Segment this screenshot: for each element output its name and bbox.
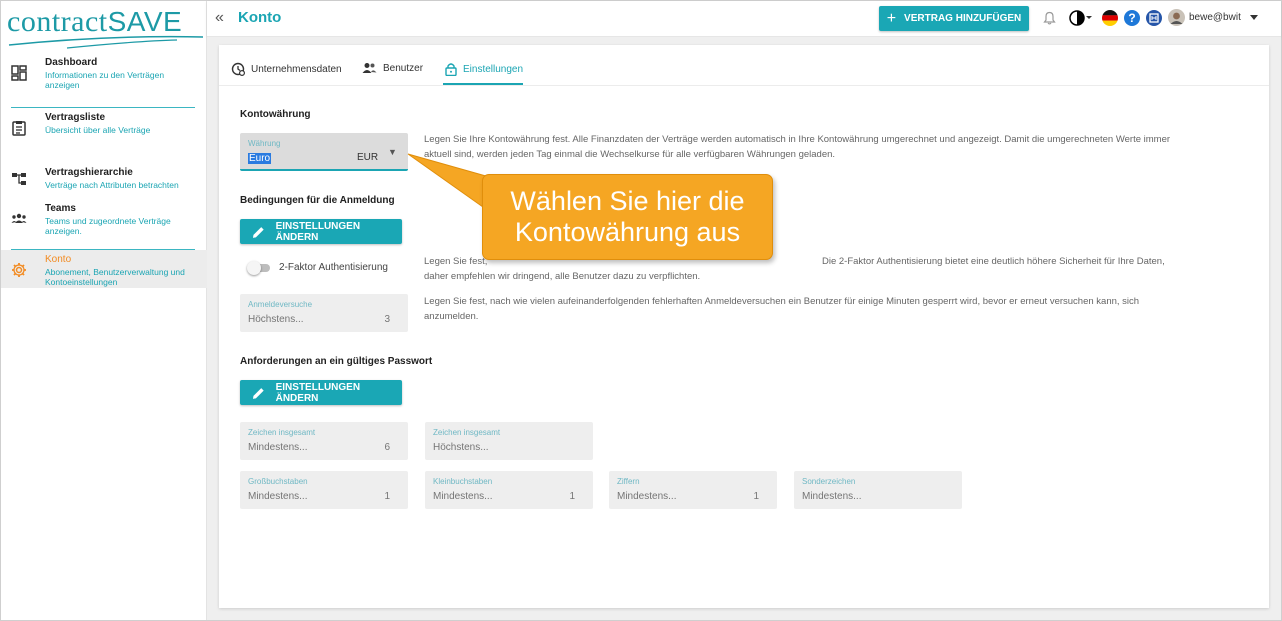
hierarchy-icon: [12, 173, 26, 185]
sidebar-item-subtitle: Informationen zu den Verträgen anzeigen: [45, 70, 165, 90]
list-icon: [12, 121, 26, 136]
sidebar-item-subtitle: Abonement, Benutzerverwaltung und Kontoe…: [45, 267, 185, 287]
button-label: EINSTELLUNGEN ÄNDERN: [275, 381, 361, 404]
sidebar-item-konto[interactable]: Konto Abonement, Benutzerverwaltung und …: [1, 250, 207, 288]
gear-icon: [12, 263, 26, 277]
sidebar-item-subtitle: Übersicht über alle Verträge: [45, 125, 151, 135]
settings-card: Unternehmensdaten Benutzer Einstellungen…: [219, 45, 1269, 608]
sidebar-item-label: Teams: [45, 203, 76, 214]
field-label: Zeichen insgesamt: [433, 428, 501, 437]
help-icon[interactable]: ?: [1124, 10, 1140, 26]
special-chars-field[interactable]: Sonderzeichen Mindestens...: [794, 471, 962, 509]
field-placeholder: Mindestens...: [248, 442, 308, 453]
digits-field[interactable]: Ziffern Mindestens... 1: [609, 471, 777, 509]
tooltip-callout: Wählen Sie hier die Kontowährung aus: [482, 174, 773, 260]
login-section-title: Bedingungen für die Anmeldung: [240, 195, 395, 206]
currency-code: EUR: [357, 152, 379, 163]
sidebar-item-label: Vertragsliste: [45, 112, 106, 123]
field-label: Kleinbuchstaben: [433, 477, 493, 486]
page-title: Konto: [238, 9, 282, 26]
field-value: 1: [569, 491, 575, 502]
contrast-icon[interactable]: [1069, 10, 1093, 26]
lowercase-field[interactable]: Kleinbuchstaben Mindestens... 1: [425, 471, 593, 509]
sidebar-item-subtitle: Verträge nach Attributen betrachten: [45, 180, 179, 190]
add-contract-button[interactable]: + VERTRAG HINZUFÜGEN: [879, 6, 1029, 31]
field-placeholder: Höchstens...: [433, 442, 489, 453]
field-value: 3: [384, 314, 390, 325]
min-total-chars-field[interactable]: Zeichen insgesamt Mindestens... 6: [240, 422, 408, 460]
field-placeholder: Mindestens...: [617, 491, 677, 502]
twofa-toggle-label: 2-Faktor Authentisierung: [279, 261, 388, 273]
app-icon[interactable]: [1146, 10, 1162, 26]
button-label: EINSTELLUNGEN ÄNDERN: [275, 220, 361, 243]
top-header: « Konto + VERTRAG HINZUFÜGEN ? bewe@bwit: [207, 1, 1281, 37]
field-label: Großbuchstaben: [248, 477, 308, 486]
currency-select[interactable]: Währung Euro EUR ▼: [240, 133, 408, 171]
collapse-sidebar-icon[interactable]: «: [215, 9, 224, 27]
sidebar-item-dashboard[interactable]: Dashboard Informationen zu den Verträgen…: [1, 53, 207, 108]
sidebar-item-teams[interactable]: Teams Teams und zugeordnete Verträge anz…: [1, 199, 207, 250]
toggle-switch[interactable]: [247, 261, 271, 275]
tab-unternehmensdaten[interactable]: Unternehmensdaten: [231, 62, 342, 76]
field-value: 6: [384, 442, 390, 453]
currency-description: Legen Sie Ihre Kontowährung fest. Alle F…: [424, 134, 1171, 160]
tab-bar: Unternehmensdaten Benutzer Einstellungen: [219, 45, 1269, 86]
company-icon: [231, 62, 245, 76]
edit-password-settings-button[interactable]: EINSTELLUNGEN ÄNDERN: [240, 380, 402, 405]
add-contract-label: VERTRAG HINZUFÜGEN: [904, 13, 1022, 24]
attempts-description: Legen Sie fest, nach wie vielen aufeinan…: [424, 296, 1140, 322]
tab-label: Benutzer: [383, 62, 424, 74]
field-value: 1: [753, 491, 759, 502]
field-label: Zeichen insgesamt: [248, 428, 316, 437]
twofa-toggle[interactable]: 2-Faktor Authentisierung: [247, 261, 388, 275]
divider: [219, 85, 1269, 86]
sidebar-item-subtitle: Teams und zugeordnete Verträge anzeigen.: [45, 216, 171, 236]
german-flag-icon[interactable]: [1102, 10, 1118, 26]
currency-value: Euro: [248, 153, 272, 164]
sidebar-item-label: Konto: [45, 254, 72, 265]
bell-icon[interactable]: [1043, 11, 1056, 25]
field-label: Sonderzeichen: [802, 477, 856, 486]
field-label: Ziffern: [617, 477, 640, 486]
dropdown-arrow-icon: ▼: [388, 147, 397, 157]
password-section-title: Anforderungen an ein gültiges Passwort: [240, 356, 433, 367]
sidebar-nav: Dashboard Informationen zu den Verträgen…: [1, 53, 207, 288]
tab-benutzer[interactable]: Benutzer: [362, 62, 423, 74]
field-placeholder: Mindestens...: [433, 491, 493, 502]
pencil-icon: [252, 387, 264, 399]
lock-icon: [445, 63, 457, 76]
uppercase-field[interactable]: Großbuchstaben Mindestens... 1: [240, 471, 408, 509]
users-icon: [362, 63, 377, 73]
tab-einstellungen[interactable]: Einstellungen: [445, 62, 523, 76]
max-total-chars-field[interactable]: Zeichen insgesamt Höchstens...: [425, 422, 593, 460]
field-value: 1: [384, 491, 390, 502]
sidebar-item-vertragshierarchie[interactable]: Vertragshierarchie Verträge nach Attribu…: [1, 163, 207, 199]
avatar[interactable]: [1168, 9, 1185, 26]
edit-login-settings-button[interactable]: EINSTELLUNGEN ÄNDERN: [240, 219, 402, 244]
login-attempts-field[interactable]: Anmeldeversuche Höchstens... 3: [240, 294, 408, 332]
sidebar-item-label: Dashboard: [45, 57, 98, 68]
currency-section-title: Kontowährung: [240, 109, 311, 120]
field-placeholder: Höchstens...: [248, 314, 304, 325]
logo-swoosh-icon: [8, 35, 204, 49]
user-name[interactable]: bewe@bwit: [1189, 12, 1241, 23]
dashboard-icon: [11, 65, 27, 81]
field-placeholder: Mindestens...: [248, 491, 308, 502]
sidebar-item-vertragsliste[interactable]: Vertragsliste Übersicht über alle Verträ…: [1, 108, 207, 163]
field-placeholder: Mindestens...: [802, 491, 862, 502]
pencil-icon: [252, 226, 264, 238]
tab-label: Unternehmensdaten: [251, 63, 342, 75]
caret-down-icon[interactable]: [1250, 15, 1258, 20]
tab-label: Einstellungen: [463, 63, 524, 75]
plus-icon: +: [886, 9, 897, 27]
sidebar: contractSAVE Dashboard Informationen zu …: [1, 1, 207, 620]
teams-icon: [11, 213, 27, 223]
currency-field-label: Währung: [248, 139, 281, 148]
field-label: Anmeldeversuche: [248, 300, 313, 309]
sidebar-item-label: Vertragshierarchie: [45, 167, 133, 178]
logo[interactable]: contractSAVE: [7, 5, 205, 49]
